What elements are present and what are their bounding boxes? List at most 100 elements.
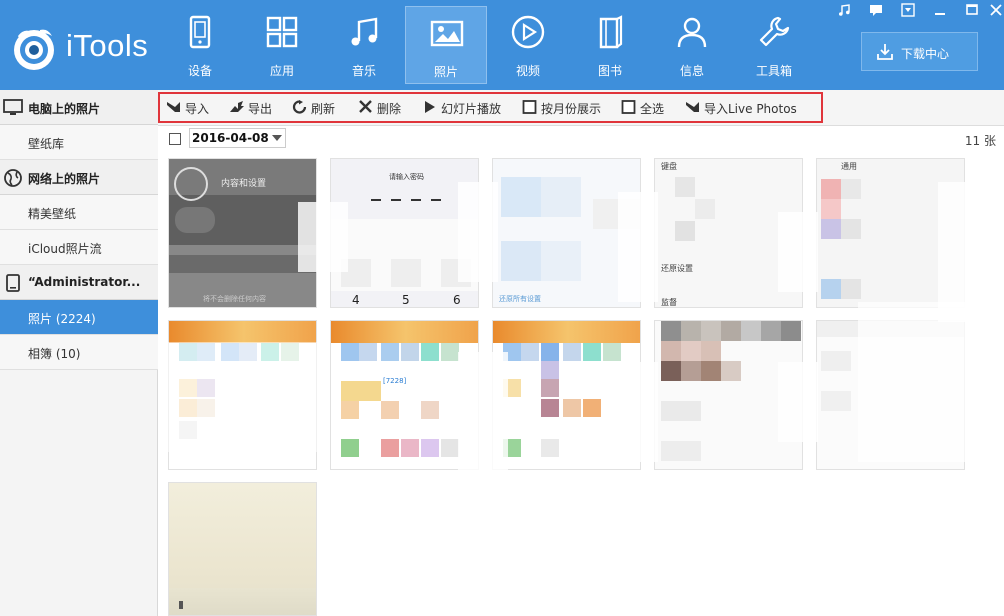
nav-device[interactable]: 设备: [159, 6, 241, 84]
date-group-value: 2016-04-08: [192, 131, 269, 145]
sidebar-section-device[interactable]: “Administrator...: [0, 265, 158, 300]
photo-thumb-7[interactable]: [7228]: [330, 320, 479, 470]
photo-icon: [430, 20, 464, 47]
sidebar-item-icloud-stream[interactable]: iCloud照片流: [0, 230, 158, 265]
date-group-checkbox[interactable]: [169, 133, 181, 145]
sidebar-pc-photos-label: 电脑上的照片: [28, 102, 101, 116]
app-logo-text: iTools: [66, 28, 149, 63]
app-header: iTools 设备 应用 音乐 照片 视频 图书 信息 工具箱 下载中心: [0, 0, 1004, 90]
user-icon: [677, 17, 707, 48]
globe-icon: [4, 169, 22, 187]
nav-apps[interactable]: 应用: [241, 6, 323, 84]
window-menu-button[interactable]: [894, 0, 922, 20]
date-group-select[interactable]: 2016-04-08: [189, 128, 286, 148]
thumb2-key-6: 6: [453, 293, 461, 307]
select-all-label: 全选: [640, 102, 665, 116]
sidebar-section-web-photos[interactable]: 网络上的照片: [0, 160, 158, 195]
thumb2-title: 请输入密码: [389, 173, 424, 181]
nav-video-label: 视频: [515, 64, 540, 78]
device-icon: [189, 15, 211, 49]
sidebar-item-fine-wallpaper[interactable]: 精美壁纸: [0, 195, 158, 230]
slideshow-label: 幻灯片播放: [441, 102, 502, 116]
thumb1-title: 内容和设置: [221, 179, 267, 189]
phone-icon: [6, 274, 20, 292]
nav-books-label: 图书: [597, 64, 622, 78]
sidebar-item-wallpaper-lib[interactable]: 壁纸库: [0, 125, 158, 160]
sidebar-item-albums[interactable]: 相簿 (10): [0, 335, 158, 370]
music-icon: [351, 17, 378, 46]
itools-logo-icon: [14, 29, 54, 70]
sidebar-web-photos-label: 网络上的照片: [28, 172, 101, 186]
slideshow-button[interactable]: 幻灯片播放: [422, 98, 514, 116]
monitor-icon: [3, 99, 23, 115]
thumb4-mid-text: 还原设置: [661, 264, 693, 273]
photo-thumb-1[interactable]: 内容和设置 将不会删除任何内容: [168, 158, 317, 308]
import-live-photos-button[interactable]: 导入Live Photos: [685, 98, 815, 116]
refresh-label: 刷新: [311, 102, 336, 116]
thumb3-bottom-text: 还原所有设置: [499, 295, 541, 303]
thumb5-top-text: 通用: [841, 162, 857, 171]
thumb2-key-4: 4: [352, 293, 360, 307]
nav-device-label: 设备: [187, 64, 212, 78]
checkbox-icon: [522, 100, 537, 114]
import-label: 导入: [185, 102, 210, 116]
by-month-label: 按月份展示: [541, 102, 602, 116]
by-month-checkbox[interactable]: 按月份展示: [522, 98, 612, 116]
sidebar: 电脑上的照片 壁纸库 网络上的照片 精美壁纸 iCloud照片流 “Admini…: [0, 90, 158, 616]
app-logo[interactable]: iTools: [8, 20, 158, 76]
window-minimize-button[interactable]: [926, 0, 954, 20]
nav-photos-label: 照片: [433, 65, 458, 79]
checkbox-icon: [621, 100, 636, 114]
toolbar: 导入 导出 刷新 删除 幻灯片播放 按月份展示 全选 导入Live Photos: [158, 90, 1004, 126]
window-message-button[interactable]: [862, 0, 890, 20]
export-icon: [230, 101, 244, 112]
nav-video[interactable]: 视频: [487, 6, 569, 84]
delete-icon: [359, 100, 372, 113]
nav-info-label: 信息: [679, 64, 704, 78]
delete-button[interactable]: 删除: [358, 98, 410, 116]
window-music-button[interactable]: [830, 0, 858, 20]
sidebar-item-photos[interactable]: 照片 (2224): [0, 300, 158, 335]
import-icon: [167, 102, 180, 112]
apps-icon: [266, 16, 298, 48]
play-icon: [425, 101, 435, 113]
import-icon: [686, 102, 699, 112]
nav-books[interactable]: 图书: [569, 6, 651, 84]
photo-thumb-2[interactable]: 请输入密码 4 5 6: [330, 158, 479, 308]
window-close-button[interactable]: [982, 0, 1004, 20]
nav-toolbox[interactable]: 工具箱: [733, 6, 815, 84]
export-label: 导出: [248, 102, 273, 116]
sidebar-wallpaper-lib-label: 壁纸库: [28, 137, 65, 151]
nav-toolbox-label: 工具箱: [755, 64, 792, 78]
nav-photos[interactable]: 照片: [405, 6, 487, 84]
download-center-label: 下载中心: [901, 47, 950, 61]
photo-grid: 内容和设置 将不会删除任何内容 请输入密码 4 5 6 还原所有设置 键盘 还原…: [158, 152, 1004, 616]
main-nav: 设备 应用 音乐 照片 视频 图书 信息 工具箱: [159, 6, 815, 84]
select-all-checkbox[interactable]: 全选: [621, 98, 673, 116]
video-icon: [511, 15, 545, 49]
delete-label: 删除: [377, 102, 402, 116]
export-button[interactable]: 导出: [229, 98, 279, 116]
nav-music[interactable]: 音乐: [323, 6, 405, 84]
sidebar-device-label: “Administrator...: [28, 275, 141, 289]
close-icon: [990, 4, 1002, 16]
download-center-button[interactable]: 下载中心: [861, 32, 978, 71]
refresh-button[interactable]: 刷新: [292, 98, 344, 116]
download-icon: [877, 44, 893, 60]
date-group-bar: 2016-04-08 11 张: [158, 126, 1004, 152]
import-button[interactable]: 导入: [166, 98, 216, 116]
message-icon: [870, 5, 882, 16]
maximize-icon: [966, 4, 978, 15]
sidebar-section-pc-photos[interactable]: 电脑上的照片: [0, 90, 158, 125]
thumb2-key-5: 5: [402, 293, 410, 307]
photo-count: 11 张: [964, 134, 996, 148]
photo-thumb-11[interactable]: [168, 482, 317, 616]
nav-music-label: 音乐: [351, 64, 376, 78]
wrench-icon: [759, 16, 790, 47]
music-icon: [839, 4, 850, 16]
refresh-icon: [292, 100, 307, 114]
sidebar-icloud-stream-label: iCloud照片流: [28, 242, 102, 256]
book-icon: [599, 15, 623, 49]
sidebar-photos-label: 照片 (2224): [28, 312, 96, 326]
nav-info[interactable]: 信息: [651, 6, 733, 84]
